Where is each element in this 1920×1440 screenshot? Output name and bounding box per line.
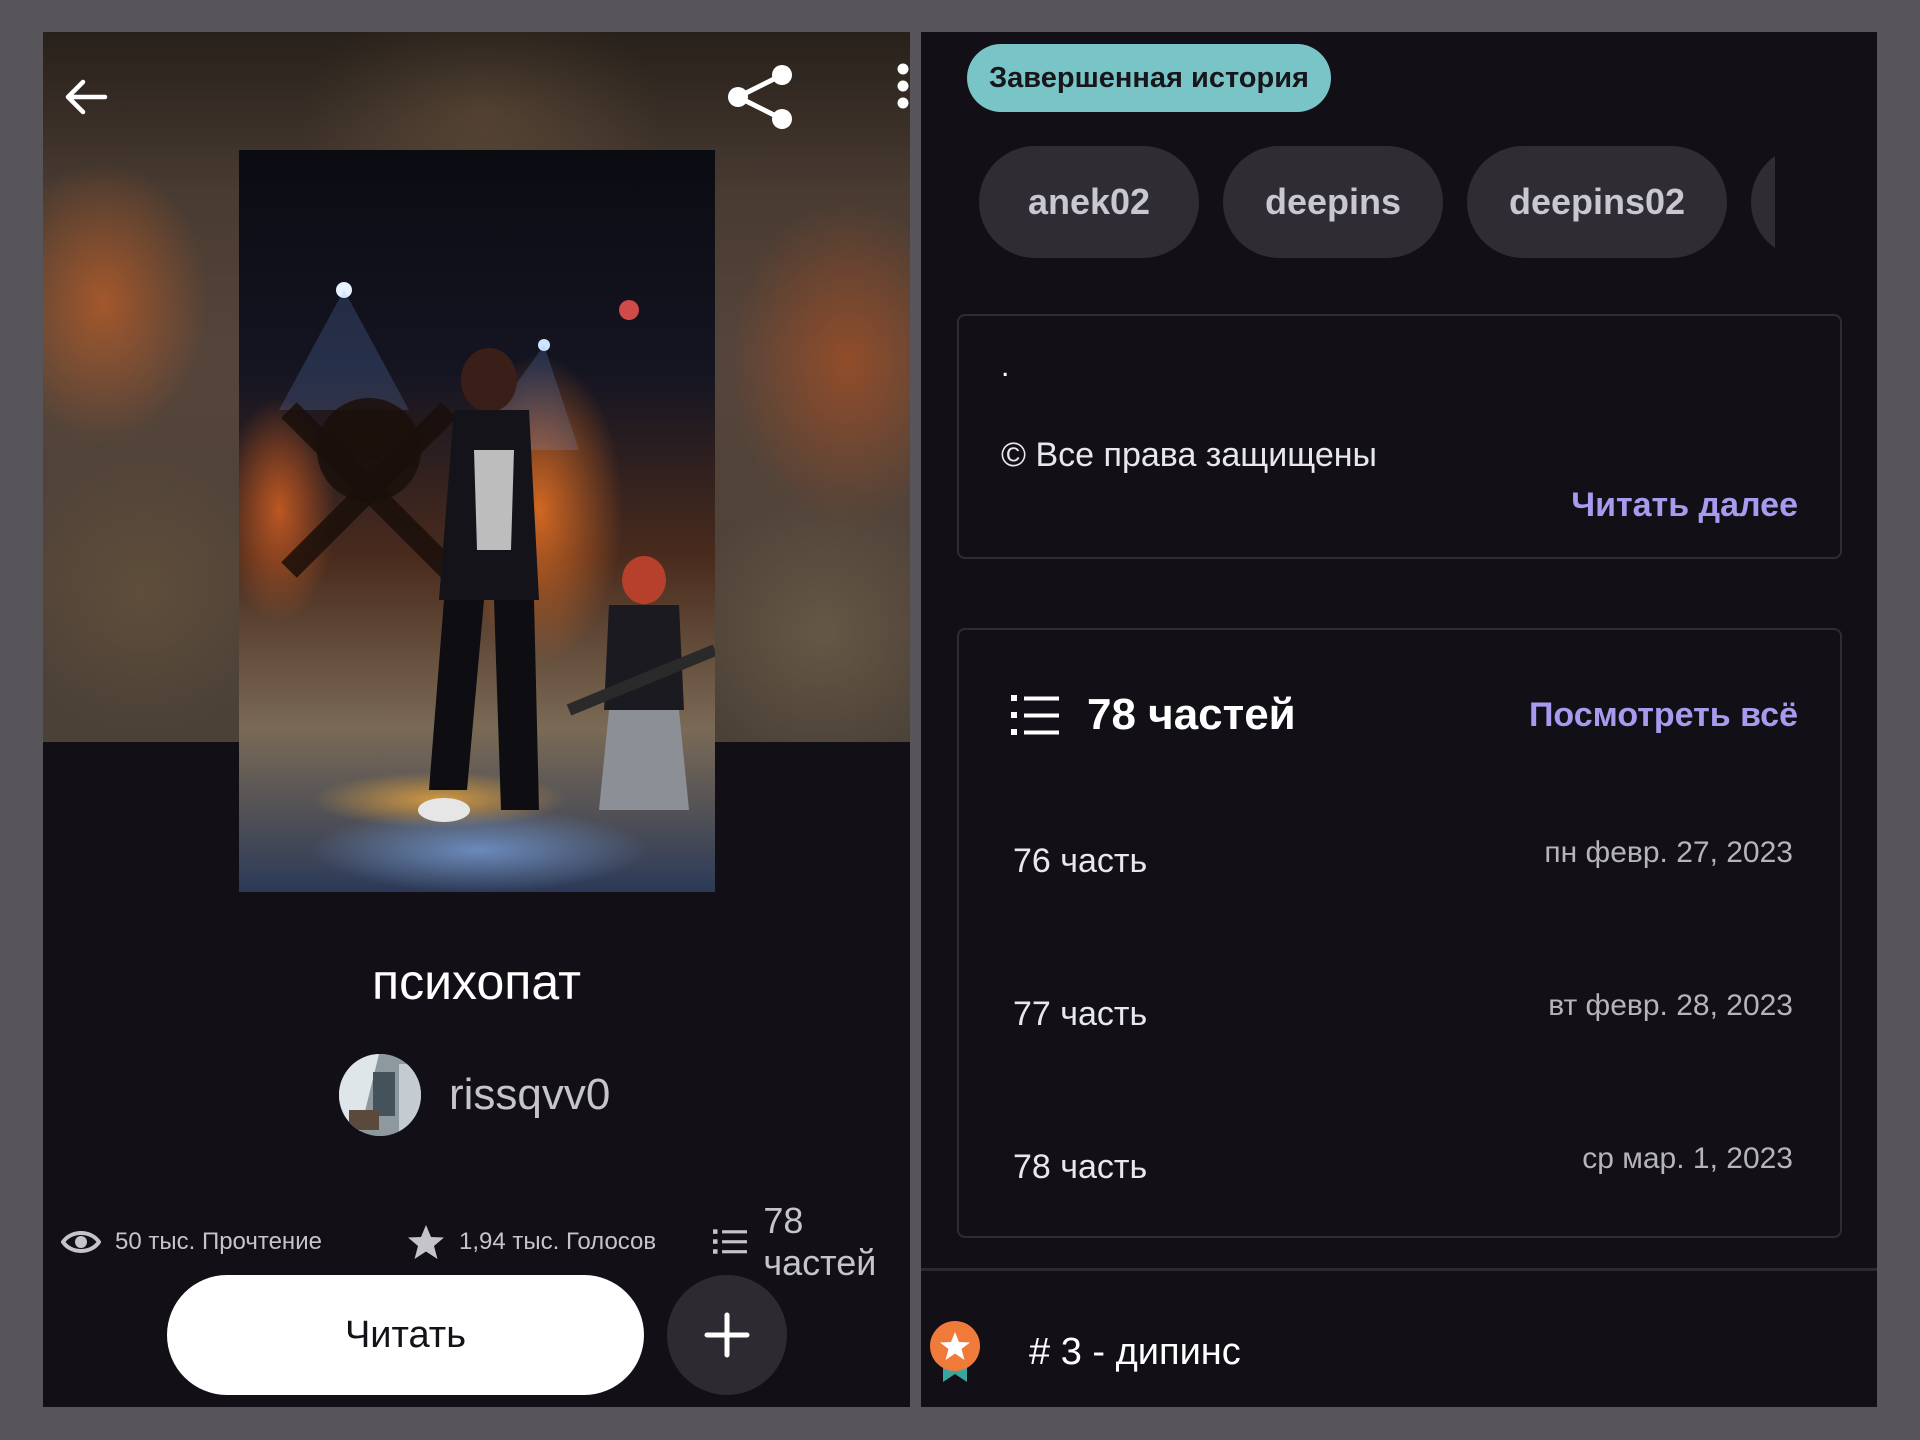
parts-card: 78 частей Посмотреть всё 76 часть пн фев… xyxy=(957,628,1842,1238)
copyright-text: © Все права защищены xyxy=(1001,436,1377,474)
tag-chip[interactable]: anek02 xyxy=(979,146,1199,258)
part-date: пн февр. 27, 2023 xyxy=(1544,836,1793,869)
read-button[interactable]: Читать xyxy=(167,1275,644,1395)
story-details-panel: Завершенная история anek02 deepins deepi… xyxy=(921,32,1877,1407)
votes-label: 1,94 тыс. Голосов xyxy=(459,1228,657,1255)
plus-icon xyxy=(704,1312,750,1358)
status-badge: Завершенная история xyxy=(967,44,1331,112)
part-title: 77 часть xyxy=(1013,995,1148,1033)
part-date: ср мар. 1, 2023 xyxy=(1582,1142,1793,1175)
share-button[interactable] xyxy=(715,52,805,142)
view-all-link[interactable]: Посмотреть всё xyxy=(1529,696,1798,735)
eye-icon xyxy=(61,1231,101,1253)
back-arrow-icon xyxy=(65,79,108,115)
back-button[interactable] xyxy=(43,54,129,140)
reads-stat: 50 тыс. Прочтение xyxy=(61,1212,322,1272)
read-more-link[interactable]: Читать далее xyxy=(1571,486,1798,525)
part-list-item[interactable]: 78 часть ср мар. 1, 2023 xyxy=(1013,1142,1793,1208)
part-title: 78 часть xyxy=(1013,1148,1148,1186)
section-divider xyxy=(921,1268,1877,1271)
part-list-item[interactable]: 76 часть пн февр. 27, 2023 xyxy=(1013,836,1793,902)
ranking-item[interactable]: # 3 - дипинс xyxy=(927,1312,1241,1392)
story-cover-image[interactable] xyxy=(239,150,715,892)
ranking-badge-icon xyxy=(930,1321,980,1382)
story-stats: 50 тыс. Прочтение 1,94 тыс. Голосов 78 ч… xyxy=(61,1200,910,1283)
tag-chip[interactable]: deepins xyxy=(1223,146,1443,258)
list-icon xyxy=(713,1229,748,1254)
more-vertical-icon xyxy=(897,63,909,109)
parts-header: 78 частей xyxy=(1011,690,1296,740)
part-date: вт февр. 28, 2023 xyxy=(1548,989,1793,1022)
description-text: . xyxy=(1001,350,1010,383)
story-overview-panel: психопат rissqvv0 50 тыс. Прочтение 1,94… xyxy=(43,32,910,1407)
star-icon xyxy=(408,1225,444,1259)
story-title: психопат xyxy=(372,954,581,1010)
add-to-library-button[interactable] xyxy=(667,1275,787,1395)
ranking-label: # 3 - дипинс xyxy=(1029,1330,1241,1373)
author-link[interactable]: rissqvv0 xyxy=(339,1052,610,1138)
reads-label: 50 тыс. Прочтение xyxy=(115,1228,322,1255)
author-avatar[interactable] xyxy=(339,1054,421,1136)
description-card: . © Все права защищены Читать далее xyxy=(957,314,1842,559)
author-name[interactable]: rissqvv0 xyxy=(449,1070,610,1120)
parts-stat: 78 частей xyxy=(713,1200,910,1283)
tag-chip[interactable]: far xyxy=(1751,146,1775,258)
tag-chip[interactable]: deepins02 xyxy=(1467,146,1727,258)
part-list-item[interactable]: 77 часть вт февр. 28, 2023 xyxy=(1013,989,1793,1055)
more-options-button[interactable] xyxy=(891,62,910,152)
parts-label: 78 частей xyxy=(763,1200,877,1283)
list-icon xyxy=(1011,695,1059,735)
part-title: 76 часть xyxy=(1013,842,1148,880)
share-icon xyxy=(728,65,792,129)
tags-row[interactable]: anek02 deepins deepins02 far xyxy=(979,146,1775,258)
votes-stat: 1,94 тыс. Голосов xyxy=(407,1212,656,1272)
parts-count: 78 частей xyxy=(1087,690,1296,739)
